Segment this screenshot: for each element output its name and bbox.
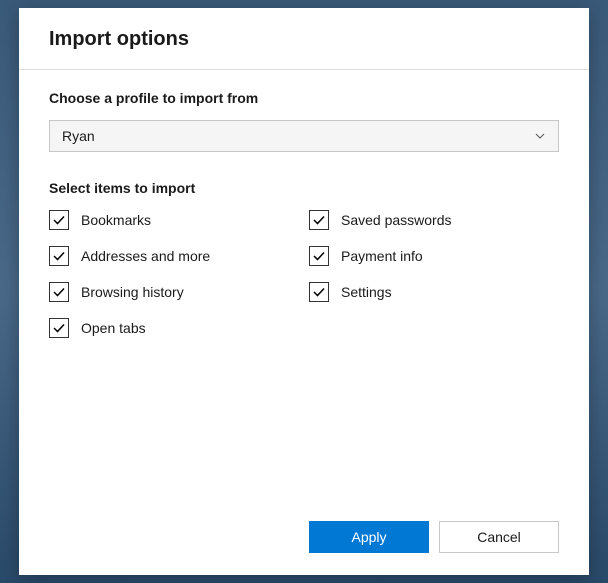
checkbox-label-settings: Settings (341, 284, 392, 300)
profile-dropdown-value: Ryan (62, 128, 95, 144)
dialog-header: Import options (19, 8, 589, 51)
checkbox-browsing-history[interactable] (49, 282, 69, 302)
dialog-footer: Apply Cancel (19, 503, 589, 575)
checkbox-item-addresses: Addresses and more (49, 246, 299, 266)
checkbox-item-bookmarks: Bookmarks (49, 210, 299, 230)
checkbox-grid: Bookmarks Saved passwords Addresses and … (49, 210, 559, 338)
checkbox-item-settings: Settings (309, 282, 559, 302)
apply-button[interactable]: Apply (309, 521, 429, 553)
checkbox-label-addresses: Addresses and more (81, 248, 210, 264)
checkbox-bookmarks[interactable] (49, 210, 69, 230)
checkbox-label-browsing-history: Browsing history (81, 284, 184, 300)
chevron-down-icon (534, 130, 546, 142)
checkbox-label-open-tabs: Open tabs (81, 320, 146, 336)
checkbox-label-saved-passwords: Saved passwords (341, 212, 452, 228)
checkmark-icon (52, 285, 66, 299)
profile-dropdown[interactable]: Ryan (49, 120, 559, 152)
profile-section-label: Choose a profile to import from (49, 90, 559, 106)
checkmark-icon (312, 213, 326, 227)
checkbox-label-bookmarks: Bookmarks (81, 212, 151, 228)
checkbox-item-payment-info: Payment info (309, 246, 559, 266)
checkbox-item-browsing-history: Browsing history (49, 282, 299, 302)
checkbox-label-payment-info: Payment info (341, 248, 423, 264)
checkbox-addresses[interactable] (49, 246, 69, 266)
checkmark-icon (312, 285, 326, 299)
checkbox-saved-passwords[interactable] (309, 210, 329, 230)
checkbox-open-tabs[interactable] (49, 318, 69, 338)
checkmark-icon (52, 249, 66, 263)
checkmark-icon (52, 213, 66, 227)
checkbox-item-saved-passwords: Saved passwords (309, 210, 559, 230)
cancel-button[interactable]: Cancel (439, 521, 559, 553)
checkbox-settings[interactable] (309, 282, 329, 302)
checkbox-item-open-tabs: Open tabs (49, 318, 299, 338)
import-options-dialog: Import options Choose a profile to impor… (19, 8, 589, 575)
checkmark-icon (52, 321, 66, 335)
items-section-label: Select items to import (49, 180, 559, 196)
checkbox-payment-info[interactable] (309, 246, 329, 266)
checkmark-icon (312, 249, 326, 263)
dialog-title: Import options (49, 28, 559, 51)
dialog-content: Choose a profile to import from Ryan Sel… (19, 70, 589, 503)
